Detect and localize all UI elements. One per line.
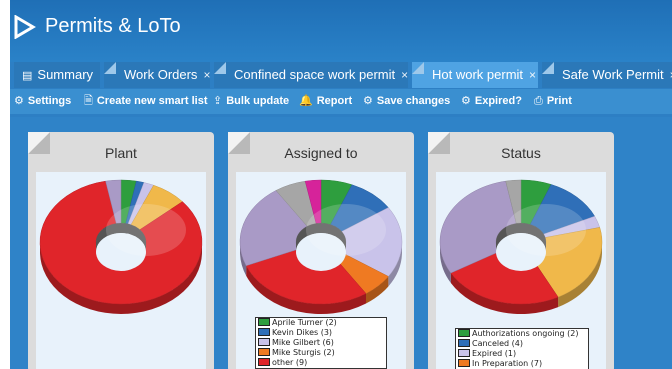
bell-icon: 🔔 <box>299 95 313 107</box>
legend-item[interactable]: Expired (1) <box>456 348 588 359</box>
app-title: Permits & LoTo <box>45 15 181 37</box>
print-button[interactable]: ⎙ Print <box>534 89 572 114</box>
assigned-to-card: Assigned to Aprile Turner (2) Kevin Dike… <box>228 132 414 369</box>
report-button[interactable]: 🔔 Report <box>299 89 352 114</box>
tab-label: Hot work permit <box>432 67 524 82</box>
tab-safe-work[interactable]: Safe Work Permit× <box>542 62 672 88</box>
gloss-highlight <box>306 204 386 256</box>
list-icon: ▤ <box>22 70 33 82</box>
card-title: Status <box>501 145 541 161</box>
card-body <box>36 172 206 369</box>
gloss-highlight <box>106 204 186 256</box>
tab-confined-space[interactable]: Confined space work permit × <box>214 62 408 88</box>
close-icon[interactable]: × <box>401 68 408 82</box>
tab-label: Confined space work permit <box>234 67 396 82</box>
close-icon[interactable]: × <box>529 68 536 82</box>
legend-item[interactable]: Mike Gilbert (6) <box>256 337 386 348</box>
create-smart-list-button[interactable]: 🗎 Create new smart list <box>84 89 208 114</box>
plant-pie-chart[interactable] <box>36 172 206 369</box>
app-header: Permits & LoTo <box>10 0 672 62</box>
card-body: Aprile Turner (2) Kevin Dikes (3) Mike G… <box>236 172 406 369</box>
gear-icon: ⚙ <box>14 95 24 107</box>
legend-item[interactable]: Mike Sturgis (2) <box>256 347 386 358</box>
app-window: Permits & LoTo ▤ Summary Work Orders × Con… <box>10 0 672 369</box>
card-title: Plant <box>105 145 137 161</box>
gear-icon: ⚙ <box>363 95 373 107</box>
save-changes-button[interactable]: ⚙ Save changes <box>363 89 450 114</box>
tab-work-orders[interactable]: Work Orders × <box>104 62 210 88</box>
gear-icon: ⚙ <box>461 95 471 107</box>
tab-bar: ▤ Summary Work Orders × Confined space wor… <box>10 62 672 88</box>
card-body: Authorizations ongoing (2) Canceled (4) … <box>436 172 606 369</box>
play-logo-icon <box>14 15 36 39</box>
chart-legend: Aprile Turner (2) Kevin Dikes (3) Mike G… <box>255 317 387 369</box>
expired-button[interactable]: ⚙ Expired? <box>461 89 522 114</box>
chart-legend: Authorizations ongoing (2) Canceled (4) … <box>455 328 589 369</box>
dashboard-area: Plant Assigned to Aprile Turner (2) Kevi… <box>10 117 672 369</box>
print-icon: ⎙ <box>534 95 543 107</box>
document-icon: 🗎 <box>84 95 93 107</box>
legend-item[interactable]: other (9) <box>256 357 386 368</box>
tab-label: Work Orders <box>124 67 198 82</box>
upload-icon: ⇪ <box>213 95 223 107</box>
tab-summary[interactable]: ▤ Summary <box>14 62 100 88</box>
plant-card: Plant <box>28 132 214 369</box>
gloss-highlight <box>506 204 586 256</box>
legend-item[interactable]: In Preparation (7) <box>456 358 588 369</box>
status-card: Status Authorizations ongoing (2) Cancel… <box>428 132 614 369</box>
tab-label: Summary <box>37 67 94 82</box>
bulk-update-button[interactable]: ⇪ Bulk update <box>213 89 289 114</box>
legend-item[interactable]: Authorizations ongoing (2) <box>456 328 588 339</box>
legend-item[interactable]: Kevin Dikes (3) <box>256 327 386 338</box>
close-icon[interactable]: × <box>203 68 210 82</box>
tab-label: Safe Work Permit <box>562 67 664 82</box>
legend-item[interactable]: Aprile Turner (2) <box>256 317 386 328</box>
legend-item[interactable]: Canceled (4) <box>456 338 588 349</box>
toolbar: ⚙ Settings 🗎 Create new smart list ⇪ Bulk u… <box>10 89 672 114</box>
tab-hot-work[interactable]: Hot work permit × <box>412 62 538 88</box>
card-title: Assigned to <box>284 145 358 161</box>
settings-button[interactable]: ⚙ Settings <box>14 89 71 114</box>
